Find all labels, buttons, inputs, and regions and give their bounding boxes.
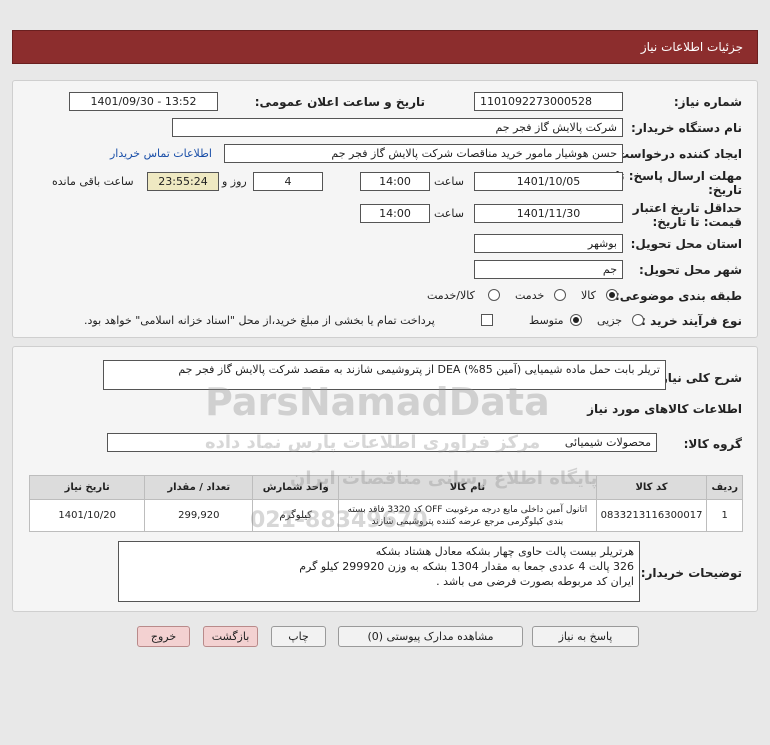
summary-field: تریلر بابت حمل ماده شیمیایی (آمین DEA (%… [103, 360, 666, 390]
buyer-notes-label: توضیحات خریدار: [640, 566, 742, 580]
deadline-label-date: تاریخ: [708, 183, 742, 197]
category-label: طبقه بندی موضوعی: [614, 289, 742, 303]
deadline-time-label: ساعت [434, 175, 464, 188]
col-row: ردیف [706, 475, 743, 500]
back-button[interactable]: بازگشت [203, 626, 258, 647]
validity-label: حداقل تاریخ اعتبار [632, 201, 742, 215]
process-label: نوع فرآیند خرید : [641, 314, 742, 328]
remaining-days-field: 4 [253, 172, 323, 191]
buyer-org-field: شرکت پالایش گاز فجر جم [172, 118, 623, 137]
cell-qty: 299,920 [144, 499, 254, 532]
goods-table: ردیف کد کالا نام کالا واحد شمارش تعداد /… [28, 475, 743, 532]
attachments-button[interactable]: مشاهده مدارک پیوستی (0) [338, 626, 523, 647]
category-radio-goods[interactable] [606, 289, 618, 301]
goods-group-field: محصولات شیمیائی [107, 433, 657, 452]
need-number-label: شماره نیاز: [673, 95, 742, 109]
need-number-field: 1101092273000528 [474, 92, 623, 111]
validity-time-field: 14:00 [360, 204, 430, 223]
city-field: جم [474, 260, 623, 279]
cell-unit: کیلوگرم [252, 499, 340, 532]
cell-date: 1401/10/20 [28, 499, 146, 532]
page-header: جزئیات اطلاعات نیاز [12, 30, 758, 64]
city-label: شهر محل تحویل: [638, 263, 742, 277]
validity-label-date: قیمت: تا تاریخ: [652, 215, 742, 229]
province-label: استان محل تحویل: [630, 237, 742, 251]
deadline-label: مهلت ارسال پاسخ: تا [615, 169, 743, 183]
province-field: بوشهر [474, 234, 623, 253]
col-code: کد کالا [595, 475, 708, 500]
buyer-org-label: نام دستگاه خریدار: [631, 121, 742, 135]
goods-table-header: ردیف کد کالا نام کالا واحد شمارش تعداد /… [28, 475, 743, 500]
col-qty: تعداد / مقدار [144, 475, 254, 500]
buyer-notes-line-1: هرتریلر بیست پالت حاوی چهار بشکه معادل ه… [375, 545, 634, 558]
category-option-service: خدمت [515, 289, 545, 302]
exit-button[interactable]: خروج [137, 626, 190, 647]
buyer-notes-field: هرتریلر بیست پالت حاوی چهار بشکه معادل ه… [118, 541, 640, 602]
remaining-time-label: ساعت باقی مانده [52, 175, 134, 188]
creator-field: حسن هوشیار مامور خرید مناقصات شرکت پالای… [224, 144, 623, 163]
validity-time-label: ساعت [434, 207, 464, 220]
buyer-notes-line-2: 326 پالت 4 عددی جمعا به مقدار 1304 بشکه … [299, 560, 634, 573]
announce-date-field: 1401/09/30 - 13:52 [69, 92, 218, 111]
table-row: 1 0833213116300017 اتانول آمین داخلی مای… [28, 499, 743, 532]
buyer-contact-link[interactable]: اطلاعات تماس خریدار [110, 147, 212, 160]
process-option-minor: جزیی [597, 314, 623, 327]
category-option-goods: کالا [581, 289, 596, 302]
summary-label: شرح کلی نیاز: [656, 371, 742, 385]
category-option-goods-service: کالا/خدمت [427, 289, 475, 302]
deadline-time-field: 14:00 [360, 172, 430, 191]
cell-code: 0833213116300017 [595, 499, 708, 532]
goods-section-title: اطلاعات کالاهای مورد نیاز [587, 402, 742, 416]
creator-label: ایجاد کننده درخواست: [612, 147, 742, 161]
remaining-time-field: 23:55:24 [147, 172, 219, 191]
print-button[interactable]: چاپ [271, 626, 326, 647]
treasury-payment-checkbox[interactable] [481, 314, 493, 326]
reply-button[interactable]: پاسخ به نیاز [532, 626, 639, 647]
buyer-notes-line-3: ایران کد مربوطه بصورت فرضی می باشد . [436, 575, 634, 588]
col-name: نام کالا [338, 475, 597, 500]
validity-date-field: 1401/11/30 [474, 204, 623, 223]
announce-date-label: تاریخ و ساعت اعلان عمومی: [254, 95, 425, 109]
category-radio-service[interactable] [554, 289, 566, 301]
page-title: جزئیات اطلاعات نیاز [640, 40, 743, 54]
cell-row: 1 [706, 499, 743, 532]
cell-name: اتانول آمین داخلی مایع درجه مرغوبیت OFF … [338, 499, 597, 532]
col-unit: واحد شمارش [252, 475, 340, 500]
category-radio-goods-service[interactable] [488, 289, 500, 301]
process-radio-minor[interactable] [632, 314, 644, 326]
goods-group-label: گروه کالا: [683, 437, 742, 451]
col-date: تاریخ نیاز [28, 475, 146, 500]
treasury-payment-note: پرداخت تمام یا بخشی از مبلغ خرید،از محل … [84, 314, 435, 327]
process-radio-medium[interactable] [570, 314, 582, 326]
deadline-date-field: 1401/10/05 [474, 172, 623, 191]
days-label: روز و [222, 175, 247, 188]
process-option-medium: متوسط [529, 314, 564, 327]
